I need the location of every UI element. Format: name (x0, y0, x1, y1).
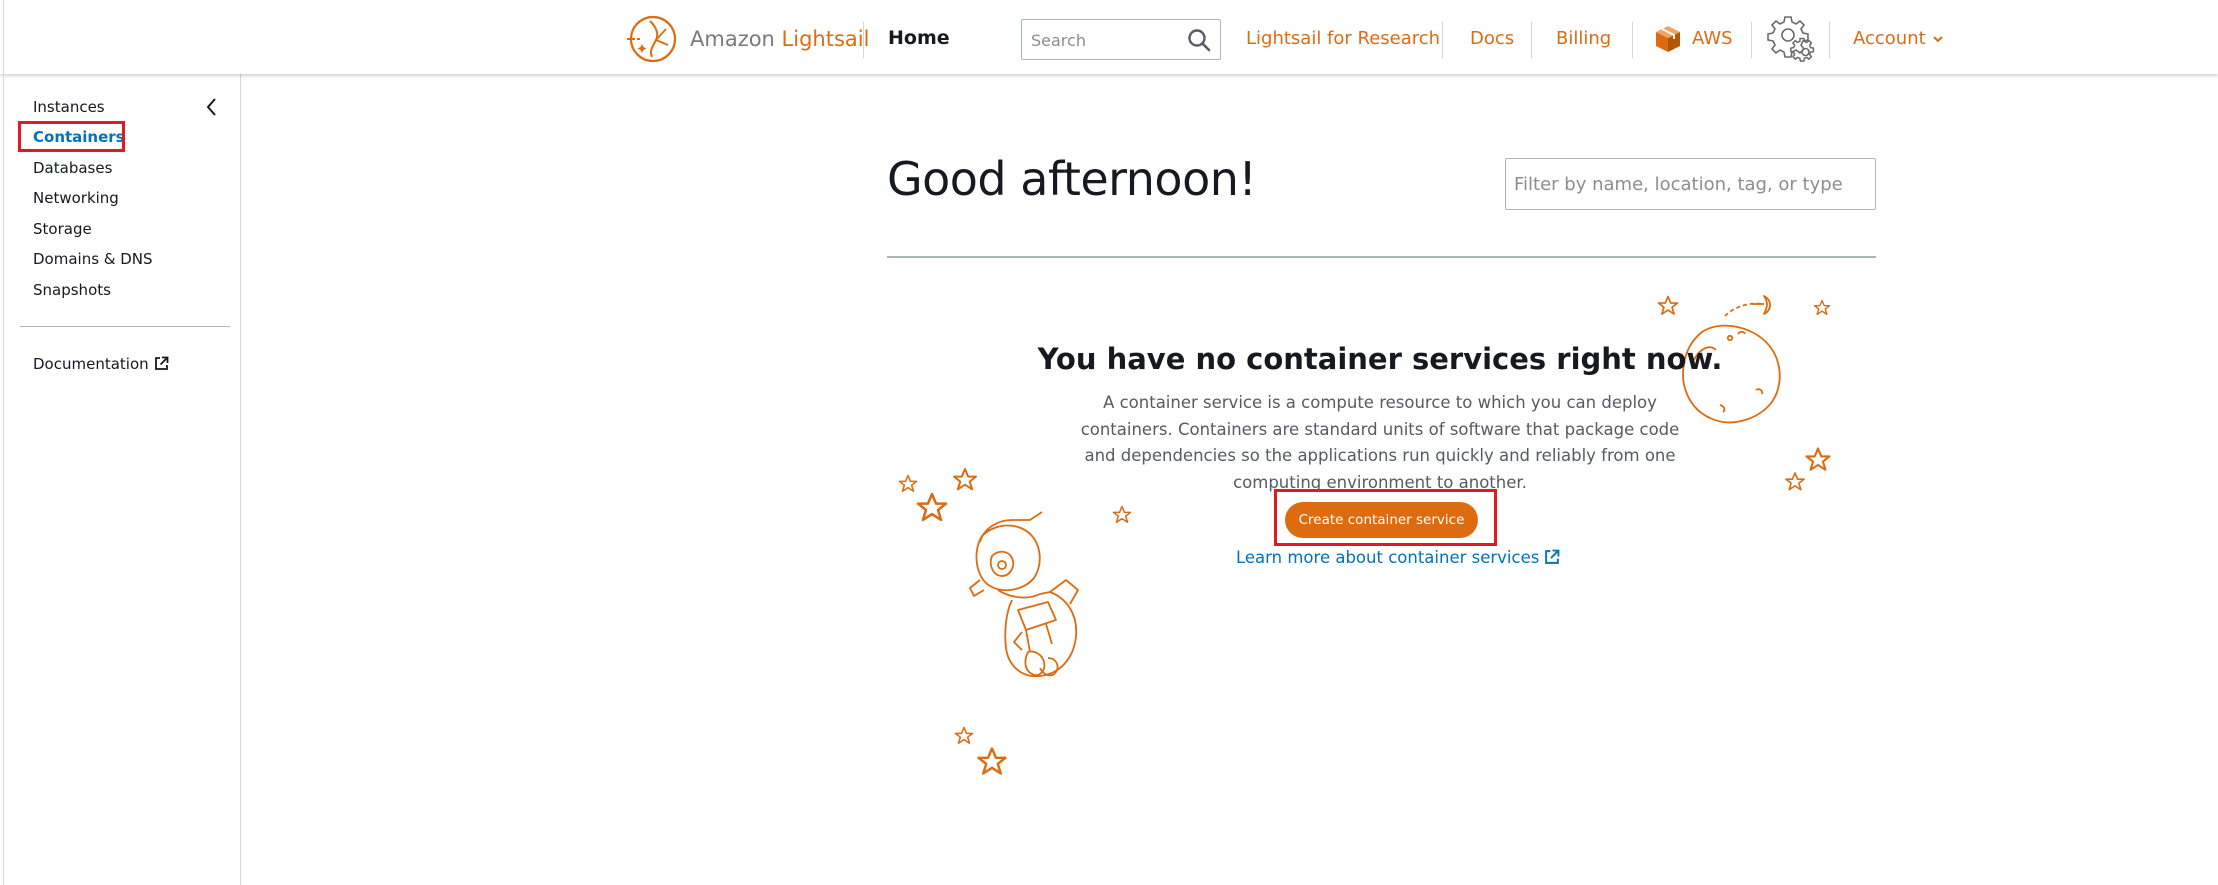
nav-aws-link[interactable]: AWS (1692, 28, 1733, 49)
search-icon[interactable] (1186, 27, 1212, 53)
nav-billing-link[interactable]: Billing (1556, 28, 1611, 49)
nav-separator (1751, 22, 1752, 58)
search-input[interactable] (1031, 29, 1181, 51)
nav-home-link[interactable]: Home (888, 27, 950, 49)
gear-icon[interactable] (1766, 14, 1818, 64)
lightsail-logo[interactable]: Amazon Lightsail (626, 14, 869, 64)
chevron-left-icon[interactable] (203, 96, 221, 118)
sidebar: Instances Containers Databases Networkin… (3, 74, 241, 885)
sidebar-item-networking[interactable]: Networking (33, 189, 119, 207)
external-link-icon (1545, 549, 1560, 564)
sidebar-item-storage[interactable]: Storage (33, 220, 92, 238)
main-divider (887, 256, 1876, 258)
nav-docs-link[interactable]: Docs (1470, 28, 1514, 49)
logo-text: Amazon Lightsail (690, 27, 870, 51)
nav-separator (1829, 22, 1830, 58)
sidebar-item-snapshots[interactable]: Snapshots (33, 281, 111, 299)
highlight-create-button-box (1274, 489, 1497, 546)
nav-separator (1632, 22, 1633, 58)
learn-more-link[interactable]: Learn more about container services (1236, 548, 1560, 567)
empty-state-title: You have no container services right now… (1037, 342, 1723, 376)
aws-box-icon (1656, 26, 1680, 52)
documentation-label: Documentation (33, 355, 149, 373)
nav-separator (1531, 22, 1532, 58)
sidebar-item-domains-dns[interactable]: Domains & DNS (33, 250, 153, 268)
account-menu[interactable]: Account (1853, 28, 1944, 49)
search-box[interactable] (1021, 19, 1221, 60)
learn-more-label: Learn more about container services (1236, 548, 1540, 567)
sidebar-item-databases[interactable]: Databases (33, 159, 112, 177)
chevron-down-icon (1932, 36, 1943, 43)
sidebar-divider (20, 326, 230, 327)
account-label: Account (1853, 28, 1926, 49)
sidebar-item-instances[interactable]: Instances (33, 98, 105, 116)
page-greeting: Good afternoon! (887, 152, 1257, 206)
top-navigation: Amazon Lightsail Home Lightsail for Rese… (0, 0, 2218, 74)
lightsail-logo-icon (627, 15, 677, 63)
sidebar-documentation-link[interactable]: Documentation (33, 355, 169, 373)
nav-lightsail-research-link[interactable]: Lightsail for Research (1246, 28, 1440, 49)
app-frame: Amazon Lightsail Home Lightsail for Rese… (0, 0, 2218, 885)
empty-state-description: A container service is a compute resourc… (1080, 393, 1680, 492)
nav-separator (863, 22, 864, 58)
window-edge (3, 0, 4, 885)
highlight-containers-box (18, 121, 125, 152)
nav-separator (1442, 22, 1443, 58)
external-link-icon (154, 356, 169, 370)
filter-input[interactable] (1505, 158, 1876, 210)
